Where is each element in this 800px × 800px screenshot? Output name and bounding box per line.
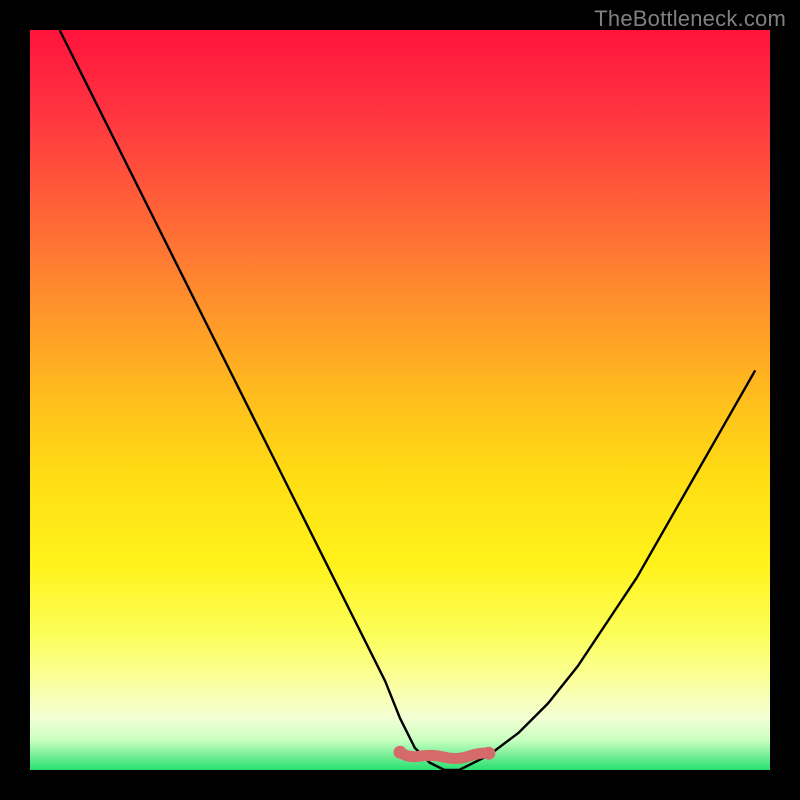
- watermark-text: TheBottleneck.com: [594, 6, 786, 32]
- optimal-zone-marker: [400, 752, 489, 758]
- optimal-zone-dot-left: [394, 746, 407, 759]
- plot-area: [30, 30, 770, 770]
- chart-svg: [30, 30, 770, 770]
- optimal-zone-dot-right: [482, 747, 495, 760]
- chart-frame: TheBottleneck.com: [0, 0, 800, 800]
- bottleneck-curve: [60, 30, 756, 770]
